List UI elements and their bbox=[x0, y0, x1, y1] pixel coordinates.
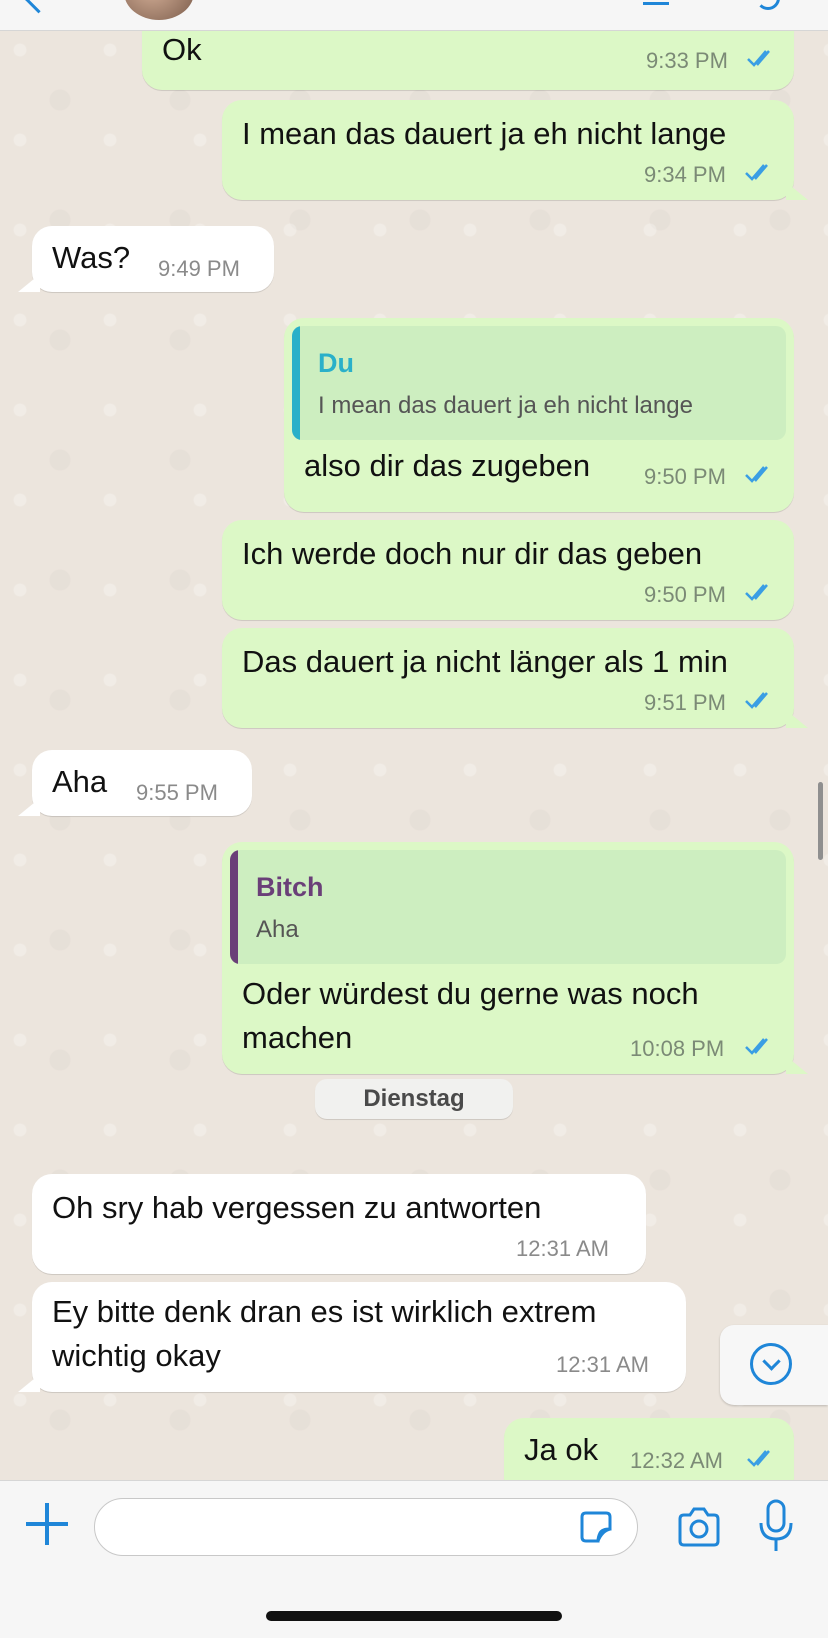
read-receipt-icon bbox=[744, 690, 774, 710]
outgoing-message[interactable]: Ja ok 12:32 AM bbox=[504, 1418, 794, 1480]
message-text-line: wichtig okay bbox=[52, 1338, 221, 1373]
day-separator: Dienstag bbox=[315, 1079, 513, 1119]
microphone-icon[interactable] bbox=[756, 1499, 796, 1553]
message-time: 12:31 AM bbox=[556, 1352, 649, 1377]
message-time: 9:50 PM bbox=[644, 464, 726, 489]
message-text: Ich werde doch nur dir das geben bbox=[242, 536, 703, 571]
message-time: 9:34 PM bbox=[644, 162, 726, 187]
plus-icon[interactable] bbox=[26, 1503, 68, 1545]
message-time: 9:50 PM bbox=[644, 582, 726, 607]
quoted-message[interactable]: Du I mean das dauert ja eh nicht lange bbox=[292, 326, 786, 440]
incoming-message[interactable]: Aha 9:55 PM bbox=[18, 750, 252, 816]
message-time: 9:49 PM bbox=[158, 256, 240, 281]
incoming-message[interactable]: Ey bitte denk dran es ist wirklich extre… bbox=[18, 1282, 686, 1392]
read-receipt-icon bbox=[746, 48, 776, 68]
message-text: Das dauert ja nicht länger als 1 min bbox=[242, 644, 728, 679]
scrollbar[interactable] bbox=[818, 782, 823, 860]
message-text: Ok bbox=[162, 32, 202, 67]
quoted-sender: Bitch bbox=[256, 872, 324, 902]
sticker-icon[interactable] bbox=[578, 1509, 614, 1545]
quoted-message[interactable]: Bitch Aha bbox=[230, 850, 786, 964]
message-text: Ja ok bbox=[524, 1432, 599, 1467]
outgoing-message[interactable]: Ich werde doch nur dir das geben 9:50 PM bbox=[222, 520, 794, 620]
camera-icon[interactable] bbox=[676, 1505, 722, 1549]
read-receipt-icon bbox=[746, 1448, 776, 1468]
incoming-message[interactable]: Was? 9:49 PM bbox=[18, 226, 274, 292]
message-time: 10:08 PM bbox=[630, 1036, 725, 1061]
message-time: 12:31 AM bbox=[516, 1236, 609, 1261]
message-text: Aha bbox=[52, 764, 108, 799]
message-time: 9:51 PM bbox=[644, 690, 726, 715]
message-time: 9:55 PM bbox=[136, 780, 218, 805]
quoted-text: I mean das dauert ja eh nicht lange bbox=[318, 392, 693, 419]
message-time: 9:33 PM bbox=[646, 48, 728, 73]
outgoing-message[interactable]: I mean das dauert ja eh nicht lange 9:34… bbox=[222, 100, 808, 200]
message-text: Was? bbox=[52, 240, 131, 275]
read-receipt-icon bbox=[744, 582, 774, 602]
back-chevron-icon[interactable] bbox=[23, 0, 54, 14]
message-text: also dir das zugeben bbox=[304, 448, 591, 483]
read-receipt-icon bbox=[744, 162, 774, 182]
read-receipt-icon bbox=[744, 464, 774, 484]
message-text: Oh sry hab vergessen zu antworten bbox=[52, 1190, 542, 1225]
quoted-text: Aha bbox=[256, 916, 299, 943]
message-list[interactable]: Ok 9:33 PM I mean das dauert ja eh nicht… bbox=[0, 30, 828, 1480]
message-text: I mean das dauert ja eh nicht lange bbox=[242, 116, 727, 151]
message-input[interactable] bbox=[94, 1498, 638, 1556]
message-time: 12:32 AM bbox=[630, 1448, 723, 1473]
home-indicator[interactable] bbox=[266, 1611, 562, 1621]
incoming-message[interactable]: Oh sry hab vergessen zu antworten 12:31 … bbox=[32, 1174, 646, 1274]
chat-header bbox=[0, 0, 828, 31]
quoted-sender: Du bbox=[318, 348, 354, 378]
video-call-icon[interactable] bbox=[643, 0, 669, 5]
scroll-to-bottom-button[interactable] bbox=[720, 1325, 828, 1405]
message-text-line: Oder würdest du gerne was noch bbox=[242, 976, 699, 1011]
outgoing-reply-message[interactable]: Bitch Aha Oder würdest du gerne was noch… bbox=[222, 842, 808, 1074]
message-text-line: machen bbox=[242, 1020, 353, 1055]
outgoing-message[interactable]: Das dauert ja nicht länger als 1 min 9:5… bbox=[222, 628, 808, 728]
outgoing-reply-message[interactable]: Du I mean das dauert ja eh nicht lange a… bbox=[284, 318, 794, 512]
contact-avatar[interactable] bbox=[124, 0, 194, 20]
phone-icon[interactable] bbox=[756, 0, 780, 10]
message-composer bbox=[0, 1480, 828, 1638]
read-receipt-icon bbox=[744, 1036, 774, 1056]
outgoing-message[interactable]: Ok 9:33 PM bbox=[142, 30, 794, 90]
message-text-line: Ey bitte denk dran es ist wirklich extre… bbox=[52, 1294, 597, 1329]
